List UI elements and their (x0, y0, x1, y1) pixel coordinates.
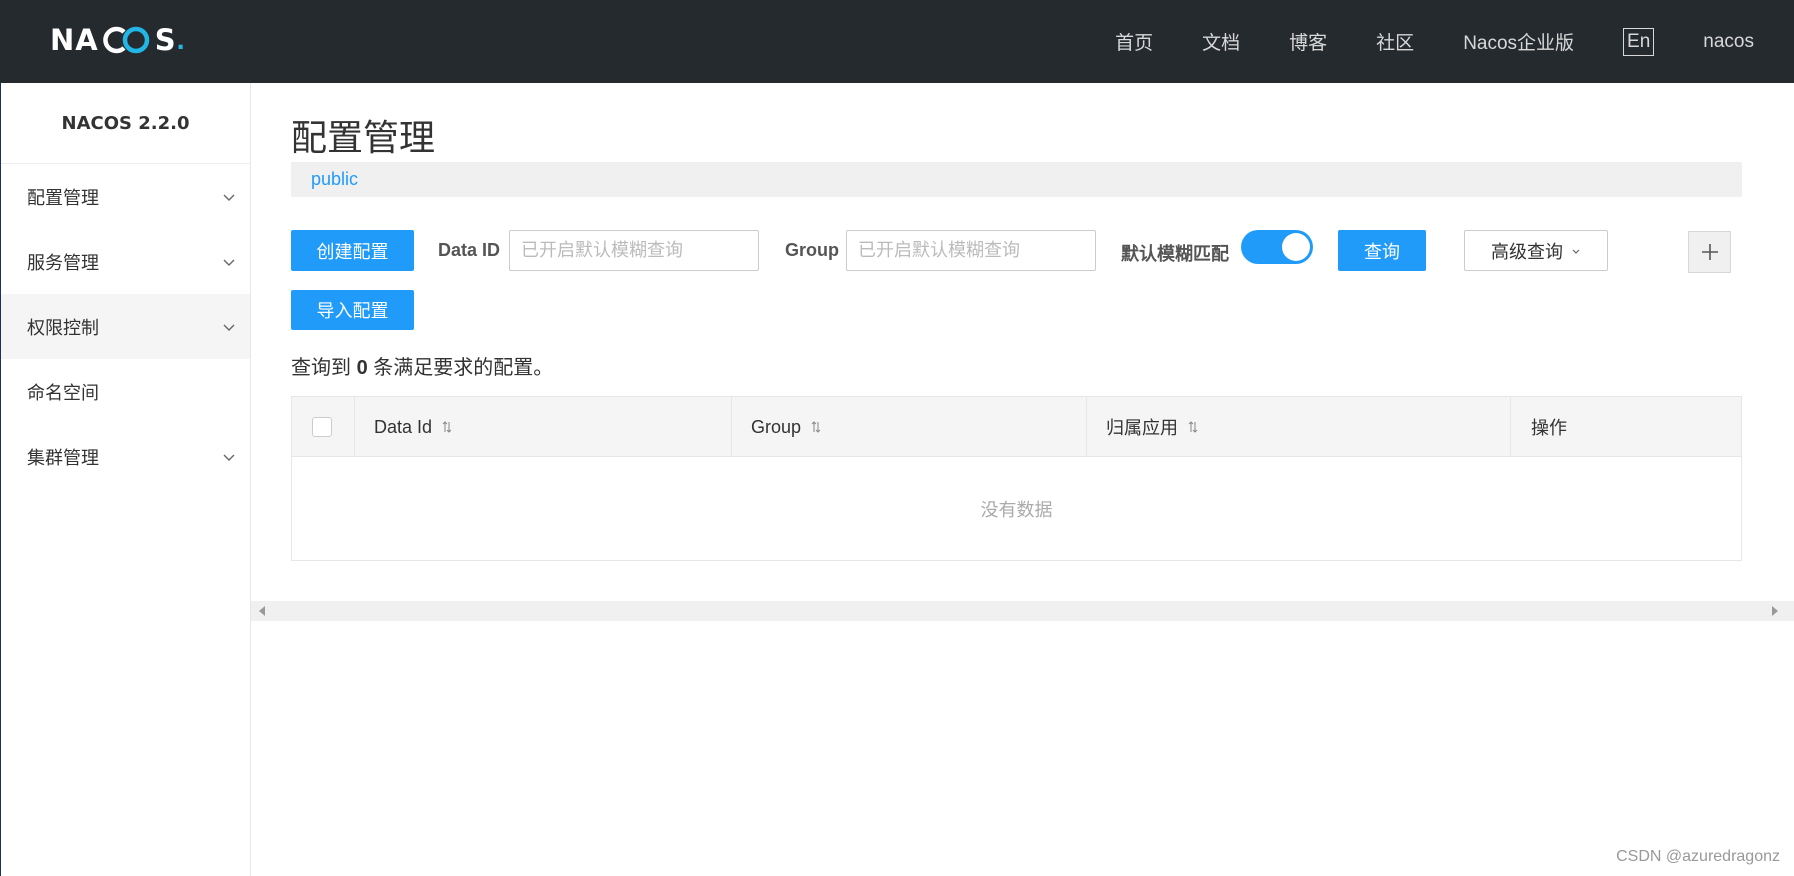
add-plus-button[interactable] (1688, 231, 1731, 273)
select-all-cell (292, 397, 355, 457)
data-id-label: Data ID (438, 240, 501, 260)
config-table: Data Id Group 归属应用 操作 没有数据 (291, 396, 1742, 561)
logo-co-mark (100, 26, 154, 54)
sidebar-item-config-management[interactable]: 配置管理 (1, 164, 250, 229)
result-suffix: 条满足要求的配置。 (373, 357, 554, 379)
chevron-down-icon (223, 454, 235, 461)
sidebar-item-service-management[interactable]: 服务管理 (1, 229, 250, 294)
chevron-down-icon (1572, 249, 1580, 254)
horizontal-scrollbar[interactable] (251, 601, 1794, 621)
namespace-bar: public (291, 162, 1742, 197)
top-nav: 首页 文档 博客 社区 Nacos企业版 En nacos (1115, 0, 1794, 83)
nacos-logo[interactable]: NA S . (50, 22, 185, 58)
result-prefix: 查询到 (291, 357, 351, 379)
create-config-button[interactable]: 创建配置 (291, 230, 414, 271)
data-id-input[interactable] (509, 230, 759, 271)
sidebar-version-title: NACOS 2.2.0 (1, 83, 250, 164)
sidebar-item-namespace[interactable]: 命名空间 (1, 359, 250, 424)
table-header: Data Id Group 归属应用 操作 (292, 397, 1741, 457)
result-summary: 查询到 0 条满足要求的配置。 (291, 351, 553, 380)
toggle-knob (1282, 233, 1310, 261)
sidebar-item-cluster-management[interactable]: 集群管理 (1, 424, 250, 489)
nav-blog[interactable]: 博客 (1289, 28, 1327, 55)
logo-dot: . (176, 23, 185, 56)
query-button[interactable]: 查询 (1338, 230, 1426, 271)
plus-icon (1701, 244, 1718, 260)
table-empty-state: 没有数据 (980, 500, 1053, 520)
column-data-id[interactable]: Data Id (355, 397, 732, 457)
column-group[interactable]: Group (732, 397, 1087, 457)
group-label: Group (785, 240, 839, 260)
result-count: 0 (356, 357, 368, 379)
language-switch-button[interactable]: En (1623, 27, 1655, 56)
scroll-left-arrow-icon[interactable] (259, 606, 265, 616)
column-label: Group (751, 416, 802, 437)
chevron-down-icon (223, 324, 235, 331)
column-label: Data Id (374, 416, 433, 437)
sort-icon[interactable] (442, 421, 452, 433)
watermark: CSDN @azuredragonz (1616, 848, 1780, 865)
page-title: 配置管理 (291, 117, 436, 158)
column-actions: 操作 (1511, 397, 1741, 457)
nav-community[interactable]: 社区 (1376, 28, 1414, 55)
fuzzy-match-toggle[interactable] (1241, 230, 1313, 264)
advanced-query-label: 高级查询 (1491, 241, 1563, 262)
sidebar-item-label: 命名空间 (27, 382, 99, 403)
top-header: NA S . 首页 文档 博客 社区 Nacos企业版 En nacos (0, 0, 1794, 83)
sort-icon[interactable] (811, 421, 821, 433)
logo-suffix: S (154, 23, 177, 57)
fuzzy-match-label: 默认模糊匹配 (1121, 244, 1229, 264)
main-content: 配置管理 public 创建配置 Data ID Group 默认模糊匹配 查询… (251, 83, 1794, 876)
advanced-query-button[interactable]: 高级查询 (1464, 230, 1608, 271)
select-all-checkbox[interactable] (312, 417, 332, 437)
sidebar-item-label: 集群管理 (27, 447, 99, 468)
sort-icon[interactable] (1188, 421, 1198, 433)
chevron-down-icon (223, 259, 235, 266)
sidebar-item-label: 权限控制 (27, 317, 99, 338)
nav-enterprise[interactable]: Nacos企业版 (1463, 28, 1574, 55)
sidebar-item-label: 配置管理 (27, 187, 99, 208)
import-config-button[interactable]: 导入配置 (291, 290, 414, 330)
column-app[interactable]: 归属应用 (1087, 397, 1511, 457)
column-label: 操作 (1531, 418, 1567, 438)
sidebar: NACOS 2.2.0 配置管理 服务管理 权限控制 命名空间 集群管理 (0, 83, 251, 876)
logo-prefix: NA (50, 23, 99, 57)
chevron-down-icon (223, 194, 235, 201)
scroll-right-arrow-icon[interactable] (1772, 606, 1778, 616)
sidebar-item-access-control[interactable]: 权限控制 (1, 294, 250, 359)
namespace-link-public[interactable]: public (311, 169, 358, 190)
column-label: 归属应用 (1106, 418, 1178, 438)
group-input[interactable] (846, 230, 1096, 271)
nav-home[interactable]: 首页 (1115, 28, 1153, 55)
sidebar-item-label: 服务管理 (27, 252, 99, 273)
nav-docs[interactable]: 文档 (1202, 28, 1240, 55)
username[interactable]: nacos (1703, 31, 1754, 53)
